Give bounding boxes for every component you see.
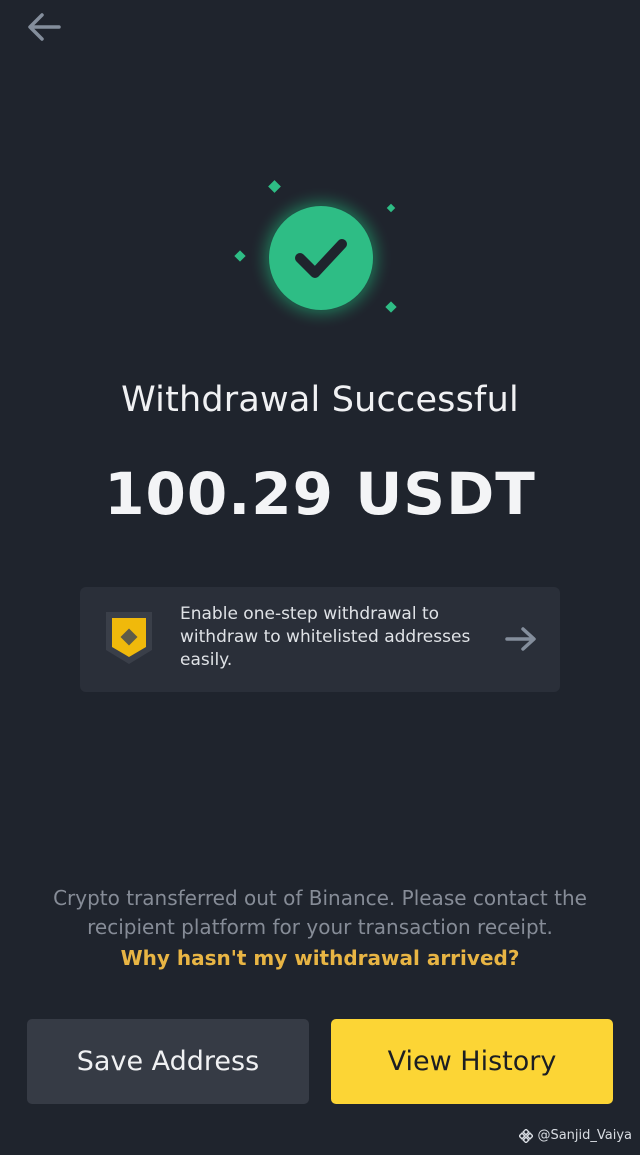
sparkle-3 <box>234 250 246 262</box>
success-badge <box>225 172 415 332</box>
back-button[interactable] <box>24 10 64 44</box>
watermark-text: @Sanjid_Vaiya <box>537 1128 632 1143</box>
status-title: Withdrawal Successful <box>121 380 519 420</box>
withdrawal-amount: 100.29 USDT <box>104 460 536 528</box>
binance-logo-icon <box>519 1128 534 1143</box>
save-address-button[interactable]: Save Address <box>27 1019 309 1104</box>
one-step-withdrawal-card[interactable]: Enable one-step withdrawal to withdraw t… <box>80 587 560 692</box>
arrow-left-icon <box>28 13 61 41</box>
promo-text: Enable one-step withdrawal to withdraw t… <box>180 604 471 670</box>
success-disc <box>269 206 373 310</box>
view-history-button[interactable]: View History <box>331 1019 613 1104</box>
shield-icon <box>106 612 152 664</box>
check-circle-icon <box>234 180 397 330</box>
arrow-right-icon <box>505 627 536 651</box>
transfer-note: Crypto transferred out of Binance. Pleas… <box>53 886 587 939</box>
withdrawal-help-link[interactable]: Why hasn't my withdrawal arrived? <box>0 946 640 970</box>
sparkle-2 <box>386 203 396 213</box>
watermark: @Sanjid_Vaiya <box>519 1128 632 1143</box>
sparkle-4 <box>385 301 397 313</box>
sparkle-1 <box>268 180 281 193</box>
